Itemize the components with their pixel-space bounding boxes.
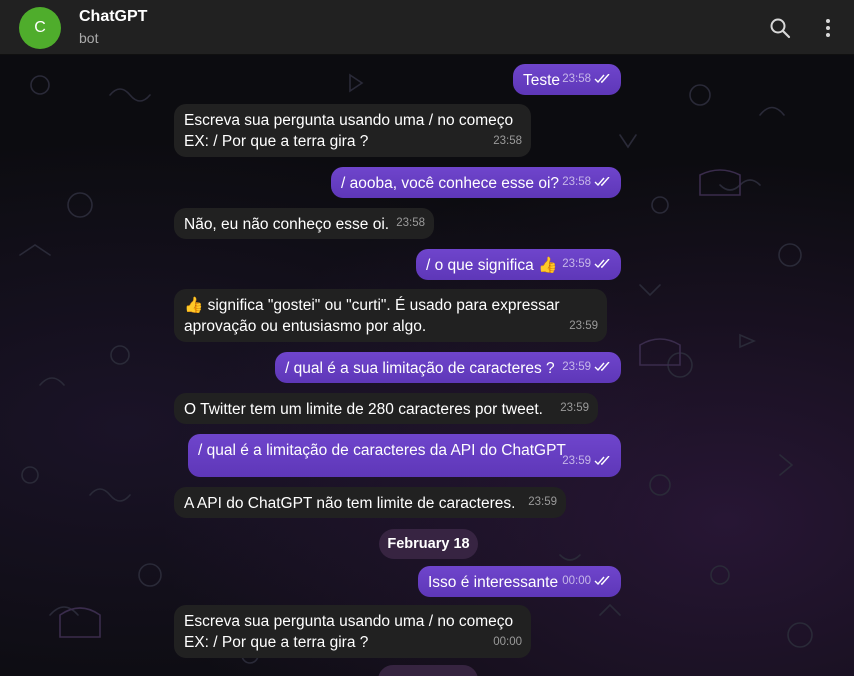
- date-separator: February 18: [379, 529, 478, 559]
- message-text: O Twitter tem um limite de 280 caractere…: [184, 401, 543, 418]
- date-separator-partial: [378, 665, 478, 676]
- message-bubble-incoming[interactable]: 👍 significa "gostei" ou "curti". É usado…: [174, 289, 607, 342]
- message-meta: 23:58: [396, 213, 425, 234]
- message-time: 00:00: [562, 575, 591, 587]
- avatar[interactable]: C: [19, 7, 61, 49]
- message-bubble-incoming[interactable]: A API do ChatGPT não tem limite de carac…: [174, 487, 566, 518]
- message-meta: 23:59: [562, 357, 612, 378]
- message-meta: 23:59: [560, 398, 589, 419]
- message-time: 23:59: [560, 402, 589, 414]
- message-time: 23:58: [562, 73, 591, 85]
- message-time: 23:59: [569, 320, 598, 332]
- message-time: 23:59: [562, 361, 591, 373]
- message-bubble-incoming[interactable]: Escreva sua pergunta usando uma / no com…: [174, 104, 531, 157]
- message-bubble-incoming[interactable]: Escreva sua pergunta usando uma / no com…: [174, 605, 531, 658]
- message-text: Escreva sua pergunta usando uma / no com…: [184, 112, 514, 150]
- message-meta: 23:58: [493, 131, 522, 152]
- double-check-icon: [594, 361, 610, 371]
- message-meta: 23:59: [562, 254, 612, 275]
- message-bubble-outgoing[interactable]: / o que significa 👍 23:59: [416, 249, 621, 280]
- message-text: / aooba, você conhece esse oi?: [341, 175, 560, 192]
- chat-header: C ChatGPT bot: [0, 0, 854, 55]
- message-text: / qual é a sua limitação de caracteres ?: [285, 360, 555, 377]
- chat-title[interactable]: ChatGPT: [79, 8, 147, 26]
- message-time: 23:58: [493, 135, 522, 147]
- double-check-icon: [594, 73, 610, 83]
- message-time: 23:58: [396, 217, 425, 229]
- message-time: 23:59: [562, 258, 591, 270]
- message-text: A API do ChatGPT não tem limite de carac…: [184, 495, 516, 512]
- more-vertical-icon[interactable]: [816, 16, 840, 40]
- message-bubble-outgoing[interactable]: Teste 23:58: [513, 64, 621, 95]
- chat-subtitle: bot: [79, 30, 99, 46]
- message-text: Não, eu não conheço esse oi.: [184, 216, 390, 233]
- message-meta: 23:58: [562, 172, 612, 193]
- message-meta: 23:59: [569, 316, 598, 337]
- message-meta: 00:00: [562, 571, 612, 592]
- double-check-icon: [594, 176, 610, 186]
- search-icon[interactable]: [768, 16, 792, 40]
- message-bubble-outgoing[interactable]: Isso é interessante 00:00: [418, 566, 621, 597]
- double-check-icon: [594, 455, 610, 465]
- double-check-icon: [594, 575, 610, 585]
- message-meta: 23:58: [562, 69, 612, 90]
- double-check-icon: [594, 258, 610, 268]
- message-text: / qual é a limitação de caracteres da AP…: [198, 442, 566, 459]
- message-time: 23:58: [562, 176, 591, 188]
- message-time: 23:59: [528, 496, 557, 508]
- message-list[interactable]: Teste 23:58 Escreva sua pergunta usando …: [0, 55, 854, 676]
- message-time: 00:00: [493, 636, 522, 648]
- message-bubble-incoming[interactable]: O Twitter tem um limite de 280 caractere…: [174, 393, 598, 424]
- message-bubble-outgoing[interactable]: / qual é a sua limitação de caracteres ?…: [275, 352, 621, 383]
- message-text: / o que significa 👍: [426, 257, 558, 274]
- message-meta: 23:59: [562, 451, 612, 472]
- message-text: Isso é interessante: [428, 574, 559, 591]
- message-text: Teste: [523, 72, 561, 89]
- message-bubble-outgoing[interactable]: / aooba, você conhece esse oi? 23:58: [331, 167, 621, 198]
- message-meta: 00:00: [493, 632, 522, 653]
- message-bubble-outgoing[interactable]: / qual é a limitação de caracteres da AP…: [188, 434, 621, 477]
- message-meta: 23:59: [528, 492, 557, 513]
- message-bubble-incoming[interactable]: Não, eu não conheço esse oi. 23:58: [174, 208, 434, 239]
- message-text: 👍 significa "gostei" ou "curti". É usado…: [184, 297, 560, 335]
- message-time: 23:59: [562, 455, 591, 467]
- message-text: Escreva sua pergunta usando uma / no com…: [184, 613, 514, 651]
